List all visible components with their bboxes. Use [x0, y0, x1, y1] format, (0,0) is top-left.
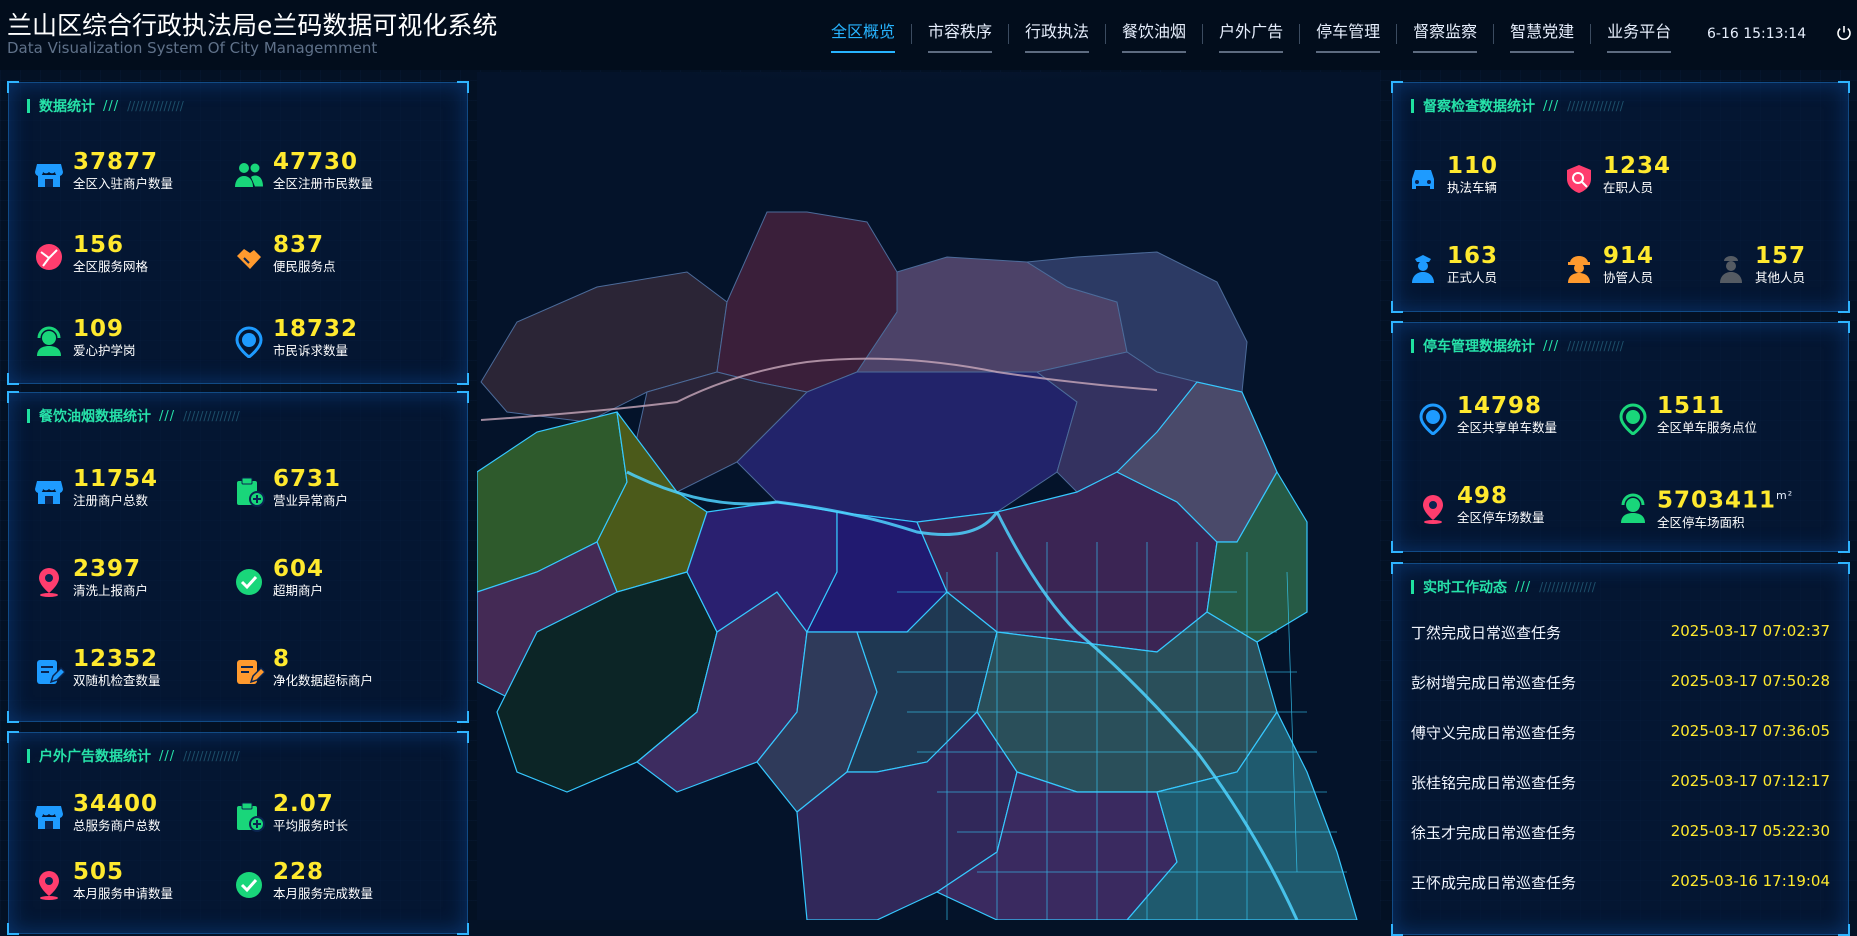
stat-service-grids: 156 全区服务网格: [33, 232, 148, 276]
nav-tab-overview[interactable]: 全区概览: [815, 18, 911, 53]
stat-staff: 1234 在职人员: [1563, 153, 1671, 197]
stat-assistant-staff: 914 协管人员: [1563, 243, 1654, 287]
service-agent-icon: [1621, 493, 1645, 523]
stat-parking-area: 5703411m² 全区停车场面积: [1617, 483, 1793, 532]
car-icon: [1412, 170, 1434, 189]
shop-icon: [35, 806, 63, 829]
nav-tab-business-platform[interactable]: 业务平台: [1591, 18, 1687, 53]
nav-tab-supervision[interactable]: 督察监察: [1397, 18, 1493, 53]
panel-outdoor-ads: 户外广告数据统计///////////////// 34400 总服务商户总数 2…: [7, 731, 469, 935]
panel-realtime: 实时工作动态///////////////// 丁然完成日常巡查任务 2025-0…: [1391, 562, 1850, 936]
stat-vehicles: 110 执法车辆: [1407, 153, 1498, 197]
worker-icon: [1568, 256, 1590, 283]
clock: 6-16 15:13:14: [1707, 26, 1807, 42]
power-icon[interactable]: [1836, 25, 1852, 41]
stat-service-merchants: 34400 总服务商户总数: [33, 791, 161, 835]
stat-other-staff: 157 其他人员: [1715, 243, 1806, 287]
panel-parking: 停车管理数据统计///////////////// 14798 全区共享单车数量 …: [1391, 321, 1850, 553]
clipboard-add-icon: [237, 802, 265, 832]
stat-shared-bikes: 14798 全区共享单车数量: [1417, 393, 1557, 437]
location-pin-icon: [1423, 495, 1443, 524]
person-icon: [1720, 256, 1742, 283]
nav-tab-city-order[interactable]: 市容秩序: [912, 18, 1008, 53]
grid-location-icon: [36, 244, 62, 270]
stat-overdue-merchants: 604 超期商户: [233, 556, 324, 600]
district-map[interactable]: [477, 72, 1380, 920]
stat-formal-staff: 163 正式人员: [1407, 243, 1498, 287]
stat-random-inspections: 12352 双随机检查数量: [33, 646, 161, 690]
panel-title: 户外广告数据统计/////////////////: [27, 747, 240, 765]
page-title: 兰山区综合行政执法局e兰码数据可视化系统: [7, 11, 498, 40]
edit-doc-icon: [37, 660, 65, 684]
stat-bike-points: 1511 全区单车服务点位: [1617, 393, 1757, 437]
edit-doc-icon: [237, 660, 265, 684]
panel-title: 数据统计/////////////////: [27, 97, 184, 115]
stat-service-points: 837 便民服务点: [233, 232, 336, 276]
header-bar: 兰山区综合行政执法局e兰码数据可视化系统 Data Visualization …: [0, 0, 1857, 70]
stat-school-guard: 109 爱心护学岗: [33, 316, 136, 360]
people-icon: [235, 163, 263, 187]
panel-title: 停车管理数据统计/////////////////: [1411, 337, 1624, 355]
bike-pin-icon: [235, 326, 263, 358]
stat-abnormal-merchants: 6731 营业异常商户: [233, 466, 348, 510]
service-agent-icon: [37, 326, 61, 356]
bike-pin-icon: [1419, 403, 1447, 435]
panel-inspection: 督察检查数据统计///////////////// 110 执法车辆 1234 在职…: [1391, 81, 1850, 313]
bike-pin-icon: [1619, 403, 1647, 435]
stat-parking-lots: 498 全区停车场数量: [1417, 483, 1545, 527]
district-map-canvas: [477, 72, 1380, 920]
nav-tab-smart-party[interactable]: 智慧党建: [1494, 18, 1590, 53]
shield-search-icon: [1567, 165, 1591, 193]
shop-icon: [35, 481, 63, 504]
stat-merchants: 37877 全区入驻商户数量: [33, 149, 173, 193]
location-pin-icon: [39, 568, 59, 597]
officer-icon: [1412, 255, 1434, 283]
unit-label: m²: [1776, 489, 1794, 502]
stat-citizens: 47730 全区注册市民数量: [233, 149, 373, 193]
feed-item[interactable]: 傅守义完成日常巡查任务 2025-03-17 07:36:05: [1411, 722, 1830, 744]
panel-catering: 餐饮油烟数据统计///////////////// 11754 注册商户总数 67…: [7, 391, 469, 723]
feed-item[interactable]: 王怀成完成日常巡查任务 2025-03-16 17:19:04: [1411, 872, 1830, 894]
shop-icon: [35, 164, 63, 187]
stat-citizen-requests: 18732 市民诉求数量: [233, 316, 358, 360]
nav-tab-parking[interactable]: 停车管理: [1300, 18, 1396, 53]
location-pin-icon: [39, 871, 59, 900]
panel-data-stats: 数据统计///////////////// 37877 全区入驻商户数量 4773…: [7, 81, 469, 385]
panel-title: 实时工作动态/////////////////: [1411, 578, 1596, 596]
handshake-icon: [237, 249, 261, 269]
stat-avg-service-time: 2.07 平均服务时长: [233, 791, 348, 835]
feed-item[interactable]: 丁然完成日常巡查任务 2025-03-17 07:02:37: [1411, 622, 1830, 644]
stat-monthly-completed: 228 本月服务完成数量: [233, 859, 373, 903]
check-circle-icon: [236, 872, 262, 898]
main-nav: 全区概览 市容秩序 行政执法 餐饮油烟 户外广告 停车管理 督察监察 智慧党建 …: [815, 18, 1687, 53]
feed-item[interactable]: 徐玉才完成日常巡查任务 2025-03-17 05:22:30: [1411, 822, 1830, 844]
panel-title: 餐饮油烟数据统计/////////////////: [27, 407, 240, 425]
nav-tab-admin-enforcement[interactable]: 行政执法: [1009, 18, 1105, 53]
nav-tab-outdoor-ads[interactable]: 户外广告: [1203, 18, 1299, 53]
nav-tab-catering-fumes[interactable]: 餐饮油烟: [1106, 18, 1202, 53]
feed-item[interactable]: 张桂铭完成日常巡查任务 2025-03-17 07:12:17: [1411, 772, 1830, 794]
stat-monthly-applications: 505 本月服务申请数量: [33, 859, 173, 903]
check-circle-icon: [236, 569, 262, 595]
page-subtitle: Data Visualization System Of City Manage…: [7, 39, 378, 57]
clipboard-add-icon: [237, 477, 265, 507]
panel-title: 督察检查数据统计/////////////////: [1411, 97, 1624, 115]
stat-registered-merchants: 11754 注册商户总数: [33, 466, 158, 510]
stat-cleaning-reports: 2397 清洗上报商户: [33, 556, 148, 600]
feed-item[interactable]: 彭树增完成日常巡查任务 2025-03-17 07:50:28: [1411, 672, 1830, 694]
stat-exceeding-merchants: 8 净化数据超标商户: [233, 646, 373, 690]
